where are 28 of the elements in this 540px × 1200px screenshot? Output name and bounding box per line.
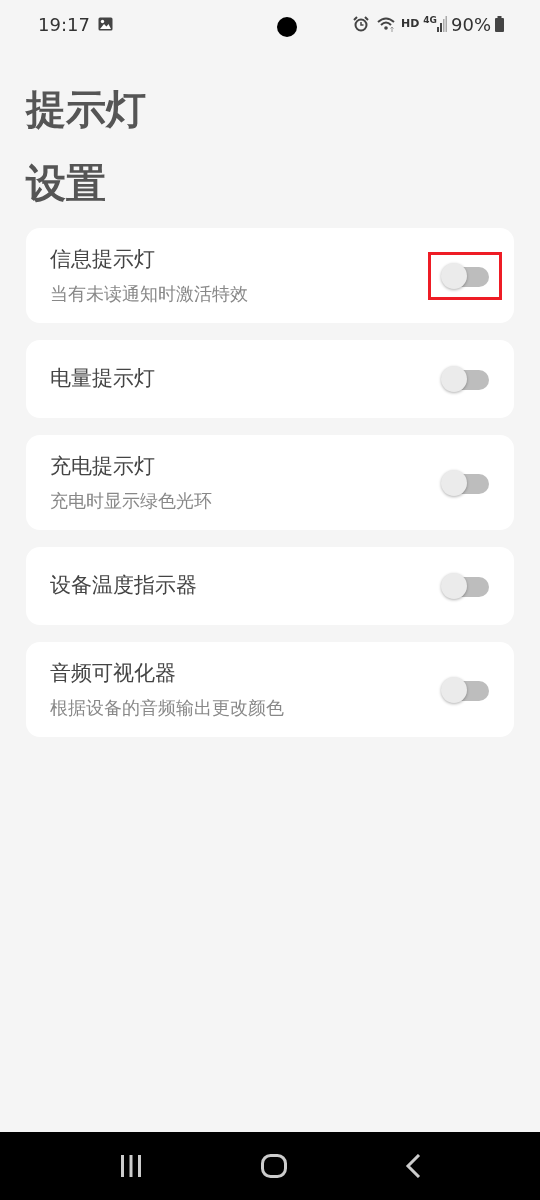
battery-percentage: 90%: [451, 12, 491, 37]
network-type: 4G: [423, 14, 437, 27]
setting-title: 音频可视化器: [50, 660, 177, 688]
toggle-switch[interactable]: [441, 469, 489, 496]
setting-description: 当有未读通知时激活特效: [50, 281, 249, 306]
signal-icon: [437, 16, 447, 32]
setting-description: 充电时显示绿色光环: [50, 488, 213, 513]
toggle-switch[interactable]: [441, 366, 489, 392]
setting-description: 根据设备的音频输出更改颜色: [50, 695, 285, 720]
camera-cutout: [277, 17, 297, 37]
setting-title: 信息提示灯: [50, 246, 156, 274]
setting-title: 设备温度指示器: [50, 572, 198, 600]
toggle-switch[interactable]: [441, 262, 489, 289]
setting-title: 电量提示灯: [50, 365, 156, 393]
status-time: 19:17: [38, 12, 90, 37]
page-title: 提示灯: [24, 85, 147, 134]
toggle-switch[interactable]: [441, 573, 489, 599]
image-icon: [97, 17, 113, 31]
back-icon[interactable]: [405, 1154, 421, 1178]
network-label: HD: [401, 15, 420, 32]
page-title: 设置: [24, 159, 107, 208]
recent-apps-icon[interactable]: [119, 1155, 143, 1177]
wifi-icon: [377, 16, 397, 32]
battery-icon: [495, 16, 504, 32]
alarm-icon: [353, 16, 369, 32]
setting-title: 充电提示灯: [50, 453, 156, 481]
toggle-switch[interactable]: [441, 676, 489, 703]
home-icon[interactable]: [261, 1154, 287, 1178]
